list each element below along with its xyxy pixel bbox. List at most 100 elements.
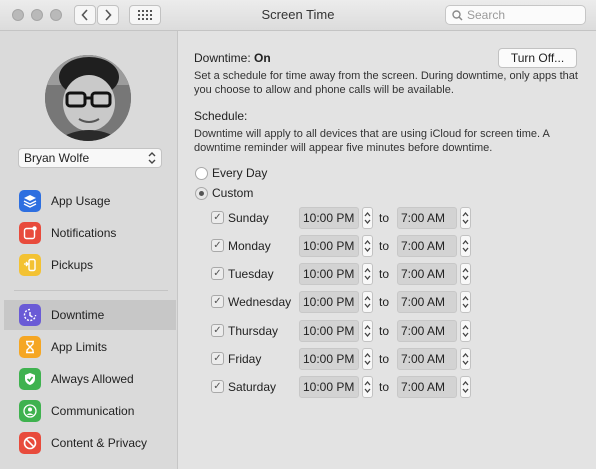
end-time-stepper[interactable] [460,376,471,398]
end-time-field[interactable]: 7:00 AM [397,348,457,370]
chevron-up-down-icon [364,380,371,394]
day-row-wednesday: ✓ Wednesday 10:00 PM to 7:00 AM [211,291,581,313]
radio-label: Custom [212,186,254,200]
forward-button[interactable] [97,5,119,25]
sidebar-item-app-usage[interactable]: App Usage [4,186,176,216]
back-button[interactable] [74,5,96,25]
title-bar: Screen Time Search [0,0,596,31]
sidebar-item-label: Communication [51,404,135,418]
day-row-thursday: ✓ Thursday 10:00 PM to 7:00 AM [211,320,581,342]
show-all-button[interactable] [129,5,161,25]
chevron-up-down-icon [462,267,469,281]
chevron-up-down-icon [148,152,156,164]
downtime-icon [19,304,41,326]
downtime-pane: Downtime: On Turn Off... Set a schedule … [178,31,596,469]
end-time-stepper[interactable] [460,291,471,313]
layers-icon [19,190,41,212]
every-day-radio[interactable]: Every Day [195,166,267,180]
start-time-stepper[interactable] [362,320,373,342]
downtime-status-value: On [254,51,271,65]
start-time-stepper[interactable] [362,207,373,229]
day-row-monday: ✓ Monday 10:00 PM to 7:00 AM [211,235,581,257]
to-label: to [379,295,390,309]
downtime-description: Set a schedule for time away from the sc… [194,70,578,96]
end-time-field[interactable]: 7:00 AM [397,291,457,313]
end-time-stepper[interactable] [460,348,471,370]
day-name: Tuesday [228,267,274,281]
end-time-stepper[interactable] [460,320,471,342]
end-time-stepper[interactable] [460,263,471,285]
day-row-friday: ✓ Friday 10:00 PM to 7:00 AM [211,348,581,370]
close-window-button[interactable] [12,9,24,21]
start-time-field[interactable]: 10:00 PM [299,263,359,285]
schedule-description: Downtime will apply to all devices that … [194,128,550,154]
end-time-field[interactable]: 7:00 AM [397,376,457,398]
start-time-stepper[interactable] [362,348,373,370]
custom-radio[interactable]: Custom [195,186,253,200]
end-time-field[interactable]: 7:00 AM [397,320,457,342]
end-time-stepper[interactable] [460,207,471,229]
chevron-up-down-icon [462,239,469,253]
end-time-field[interactable]: 7:00 AM [397,263,457,285]
day-checkbox[interactable]: ✓ [211,380,224,393]
start-time-stepper[interactable] [362,235,373,257]
zoom-window-button[interactable] [50,9,62,21]
sidebar-divider [14,290,168,291]
day-checkbox[interactable]: ✓ [211,324,224,337]
to-label: to [379,211,390,225]
avatar [45,55,131,141]
chevron-up-down-icon [364,239,371,253]
user-select[interactable]: Bryan Wolfe [18,148,162,168]
start-time-stepper[interactable] [362,263,373,285]
minimize-window-button[interactable] [31,9,43,21]
window: Screen Time Search Bryan Wolfe App Usage… [0,0,596,469]
sidebar: Bryan Wolfe App Usage Notifications Pick… [0,31,178,469]
radio-circle [195,186,208,200]
end-time-field[interactable]: 7:00 AM [397,235,457,257]
to-label: to [379,267,390,281]
radio-circle [195,166,208,180]
start-time-field[interactable]: 10:00 PM [299,207,359,229]
to-label: to [379,380,390,394]
day-checkbox[interactable]: ✓ [211,352,224,365]
sidebar-item-downtime[interactable]: Downtime [4,300,176,330]
sidebar-item-label: Always Allowed [51,372,134,386]
search-icon [452,9,463,21]
end-time-field[interactable]: 7:00 AM [397,207,457,229]
sidebar-item-label: Downtime [51,308,105,322]
day-row-saturday: ✓ Saturday 10:00 PM to 7:00 AM [211,376,581,398]
day-checkbox[interactable]: ✓ [211,239,224,252]
sidebar-item-always-allowed[interactable]: Always Allowed [4,364,176,394]
search-input[interactable]: Search [445,5,586,25]
start-time-field[interactable]: 10:00 PM [299,291,359,313]
turn-off-button[interactable]: Turn Off... [498,48,577,68]
day-name: Friday [228,352,262,366]
start-time-field[interactable]: 10:00 PM [299,376,359,398]
start-time-stepper[interactable] [362,376,373,398]
day-checkbox[interactable]: ✓ [211,267,224,280]
chevron-up-down-icon [462,352,469,366]
window-title: Screen Time [261,7,335,22]
to-label: to [379,239,390,253]
start-time-field[interactable]: 10:00 PM [299,320,359,342]
sidebar-item-content-privacy[interactable]: Content & Privacy [4,428,176,458]
sidebar-item-communication[interactable]: Communication [4,396,176,426]
chevron-up-down-icon [364,211,371,225]
day-checkbox[interactable]: ✓ [211,295,224,308]
day-name: Sunday [228,211,269,225]
start-time-field[interactable]: 10:00 PM [299,235,359,257]
sidebar-item-app-limits[interactable]: App Limits [4,332,176,362]
chevron-up-down-icon [462,380,469,394]
sidebar-item-notifications[interactable]: Notifications [4,218,176,248]
hourglass-icon [19,336,41,358]
sidebar-item-pickups[interactable]: Pickups [4,250,176,280]
chevron-up-down-icon [364,352,371,366]
to-label: to [379,324,390,338]
end-time-stepper[interactable] [460,235,471,257]
day-name: Thursday [228,324,279,338]
start-time-field[interactable]: 10:00 PM [299,348,359,370]
day-checkbox[interactable]: ✓ [211,211,224,224]
to-label: to [379,352,390,366]
start-time-stepper[interactable] [362,291,373,313]
person-icon [19,400,41,422]
